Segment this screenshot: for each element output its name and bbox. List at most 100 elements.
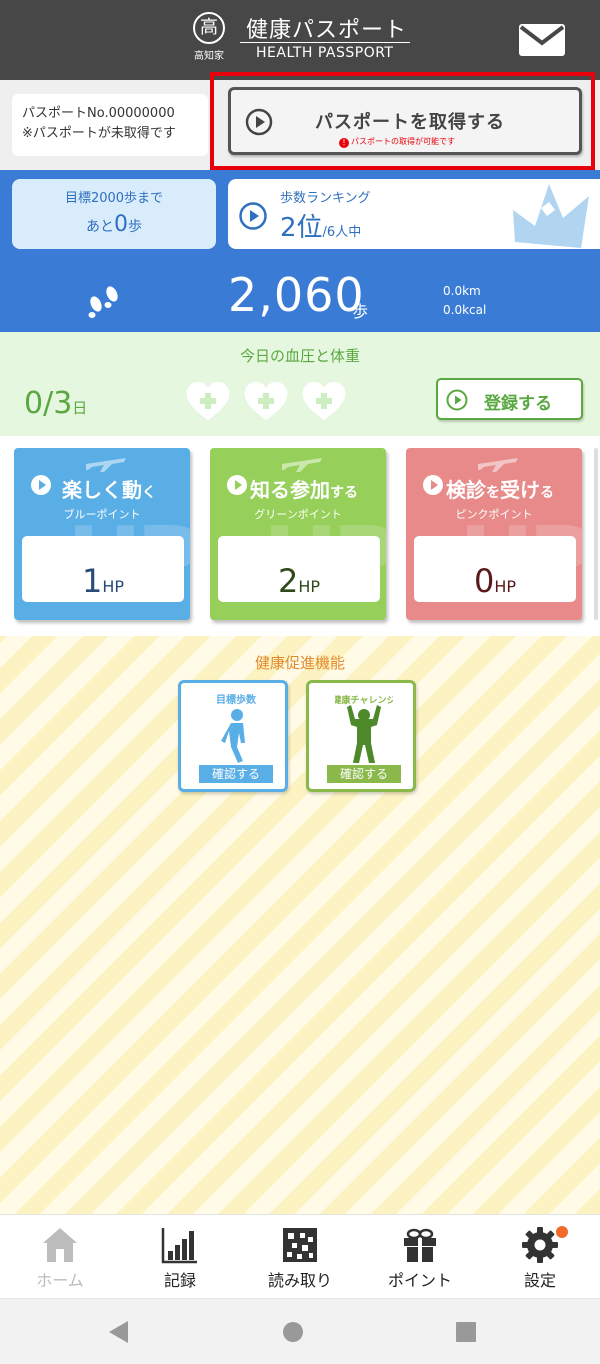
chart-icon [161, 1228, 197, 1264]
step-count: 2,060 [228, 268, 365, 322]
nav-records[interactable]: 記録 [120, 1223, 240, 1295]
calorie-value: 0.0kcal [443, 303, 487, 317]
cards-scrollbar[interactable] [594, 448, 598, 620]
nav-label: 記録 [163, 1271, 196, 1290]
card-title-small: を [486, 485, 500, 501]
ranking-value: 2位/6人中 [280, 207, 361, 244]
airplane-icon [282, 458, 322, 472]
heart-icon [186, 382, 230, 420]
airplane-icon [86, 458, 126, 472]
crown-icon [513, 184, 589, 248]
health-challenge-card[interactable]: 健康チャレンジ 確認する [306, 680, 416, 792]
flexing-person-icon: 健康チャレンジ [335, 694, 393, 763]
confirm-button[interactable]: 確認する [199, 765, 273, 783]
airplane-icon [478, 458, 518, 472]
ranking-title: 歩数ランキング [280, 191, 371, 206]
register-bp-button[interactable]: 登録する [436, 378, 583, 420]
footsteps-icon [88, 286, 118, 318]
walking-person-icon: 目標歩数 [216, 693, 257, 763]
card-title-small: る [540, 485, 554, 501]
card-title-main: 楽しく動 [62, 478, 142, 502]
heart-icon [244, 382, 288, 420]
card-subtitle: ブルーポイント [63, 508, 141, 521]
activity-stats: 0.0km 0.0kcal [443, 282, 486, 320]
play-icon [227, 475, 247, 495]
nav-scan[interactable]: 読み取り [240, 1223, 360, 1295]
play-icon [239, 202, 267, 230]
hp-value: 1HP [22, 562, 184, 600]
hp-unit: HP [102, 577, 125, 596]
green-point-card[interactable]: HP 知る参加する グリーンポイント 2HP [210, 448, 386, 620]
home-circle-icon[interactable] [280, 1319, 306, 1345]
health-promotion-section [0, 636, 600, 1214]
card-subtitle: ピンクポイント [455, 508, 533, 521]
confirm-button[interactable]: 確認する [327, 765, 401, 783]
notification-badge [556, 1226, 568, 1238]
recents-icon[interactable] [453, 1319, 479, 1345]
step-unit: 歩 [352, 302, 369, 321]
register-label: 登録する [484, 394, 552, 414]
pink-point-card[interactable]: HP 検診を受ける ピンクポイント 0HP [406, 448, 582, 620]
bp-count: 0/3日 [24, 386, 87, 421]
passport-status: ※パスポートが未取得です [22, 126, 176, 141]
mail-icon[interactable] [518, 23, 566, 57]
logo-kanji: 高 [193, 12, 225, 44]
play-icon [31, 475, 51, 495]
blue-point-card[interactable]: HP 楽しく動く ブルーポイント 1HP [14, 448, 190, 620]
hp-value-box: 0HP [414, 536, 576, 602]
get-passport-label: パスポートを取得する [315, 112, 505, 133]
card-title-main: 検診 [446, 478, 486, 502]
qr-icon [283, 1228, 317, 1262]
ranking-total: /6人中 [322, 225, 362, 240]
get-passport-button[interactable]: パスポートを取得する ! パスポートの取得が可能です [228, 87, 582, 155]
play-icon [423, 475, 443, 495]
hp-number: 2 [277, 562, 299, 600]
goal-prefix: あと [86, 219, 114, 235]
app-subtitle: HEALTH PASSPORT [256, 45, 394, 61]
feature-label: 健康チャレンジ [335, 694, 393, 706]
heart-icon [302, 382, 346, 420]
card-title: 検診を受ける [446, 474, 554, 503]
home-icon [43, 1228, 77, 1262]
nav-label: 設定 [523, 1271, 556, 1290]
logo-sub: 高知家 [194, 51, 224, 62]
gear-icon [522, 1227, 558, 1263]
hp-number: 1 [81, 562, 103, 600]
nav-label: ホーム [36, 1271, 84, 1290]
goal-label: 目標2000歩まで [64, 191, 164, 206]
play-icon [245, 108, 273, 136]
play-icon [446, 389, 468, 411]
feature-label: 目標歩数 [216, 693, 257, 706]
distance-value: 0.0km [443, 284, 481, 298]
card-title: 知る参加する [250, 474, 358, 503]
bp-count-unit: 日 [72, 399, 88, 417]
hp-value-box: 2HP [218, 536, 380, 602]
promotion-title: 健康促進機能 [254, 654, 345, 672]
system-navigation-bar [0, 1298, 600, 1364]
passport-number: パスポートNo.00000000 [22, 106, 175, 121]
app-title: 健康パスポート [246, 18, 408, 43]
bp-count-value: 0/3 [24, 386, 73, 421]
get-passport-note: ! パスポートの取得が可能です [339, 136, 455, 148]
back-icon[interactable] [106, 1319, 132, 1345]
bottom-navigation: ホーム 記録 読み取り ポイント 設定 [0, 1214, 600, 1298]
gift-icon [404, 1228, 436, 1262]
card-title-small: する [330, 485, 358, 501]
card-title-main: 参加 [290, 478, 330, 502]
hp-value: 2HP [218, 562, 380, 600]
goal-unit: 歩 [128, 219, 142, 235]
nav-settings[interactable]: 設定 [480, 1223, 600, 1295]
warning-icon: ! [339, 138, 349, 148]
goal-remaining-value: 0 [114, 212, 128, 237]
nav-label: 読み取り [267, 1271, 332, 1290]
hp-unit: HP [298, 577, 321, 596]
bp-title: 今日の血圧と体重 [239, 347, 360, 365]
kochi-logo: 高 高知家 [190, 12, 228, 72]
nav-home[interactable]: ホーム [0, 1223, 120, 1295]
nav-points[interactable]: ポイント [360, 1223, 480, 1295]
target-steps-card[interactable]: 目標歩数 確認する [178, 680, 288, 792]
hp-value-box: 1HP [22, 536, 184, 602]
card-title-main: 知る [250, 478, 290, 502]
passport-info: パスポートNo.00000000 ※パスポートが未取得です [12, 94, 208, 156]
card-title-main: 受け [500, 478, 540, 502]
